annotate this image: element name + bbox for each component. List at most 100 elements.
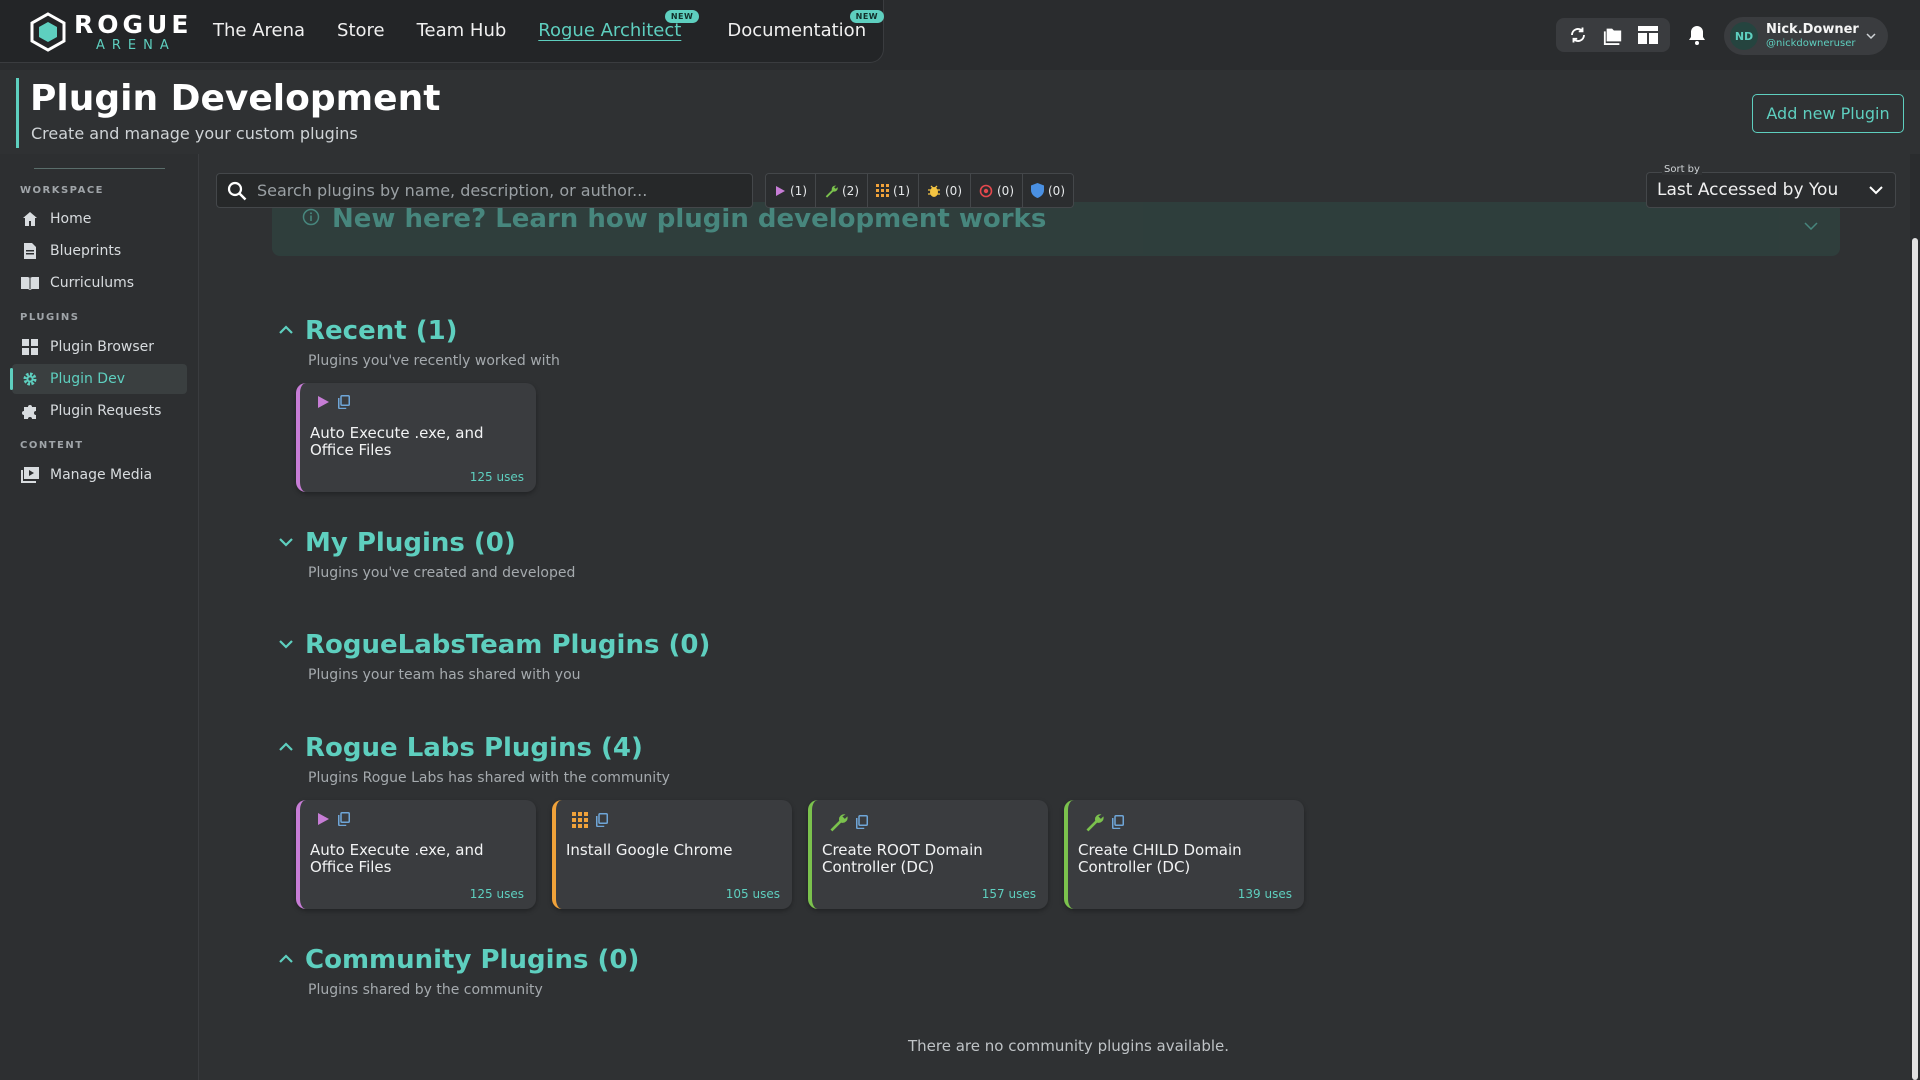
grid-icon xyxy=(22,339,38,355)
nav-label: Documentation xyxy=(727,20,867,41)
section-title: RogueLabsTeam Plugins (0) xyxy=(305,630,711,660)
document-icon xyxy=(24,243,36,259)
nav-documentation[interactable]: Documentation NEW xyxy=(727,10,885,41)
sidebar-item-plugin-dev[interactable]: Plugin Dev xyxy=(10,364,187,394)
sidebar-item-curriculums[interactable]: Curriculums xyxy=(12,268,187,298)
plugin-card-child-dc[interactable]: Create CHILD Domain Controller (DC) 139 … xyxy=(1064,800,1304,909)
nav-store[interactable]: Store xyxy=(337,20,385,41)
plugin-card-uses: 157 uses xyxy=(981,887,1036,901)
logo-sub-text: ARENA xyxy=(96,38,176,53)
target-icon xyxy=(979,184,993,197)
copy-icon[interactable] xyxy=(338,812,350,826)
grid-icon xyxy=(876,184,889,197)
copy-icon[interactable] xyxy=(1112,815,1124,829)
search-input[interactable] xyxy=(257,181,752,200)
plugin-card-auto-execute[interactable]: Auto Execute .exe, and Office Files 125 … xyxy=(296,383,536,492)
copy-icon[interactable] xyxy=(596,813,608,827)
sidebar-item-blueprints[interactable]: Blueprints xyxy=(12,236,187,266)
media-icon xyxy=(21,467,39,483)
filter-shield[interactable]: (0) xyxy=(1023,174,1073,207)
plugin-toolbar: (1) (2) (1) (0) (0) (0) xyxy=(200,154,1910,226)
refresh-button[interactable] xyxy=(1563,20,1593,50)
user-menu[interactable]: ND Nick.Downer @nickdowneruser xyxy=(1724,17,1888,55)
section-description: Plugins you've recently worked with xyxy=(308,353,560,369)
filter-target[interactable]: (0) xyxy=(971,174,1023,207)
section-title: Rogue Labs Plugins (4) xyxy=(305,733,643,763)
sidebar-item-label: Plugin Browser xyxy=(50,339,155,355)
sidebar-item-home[interactable]: Home xyxy=(12,204,187,234)
section-title: Community Plugins (0) xyxy=(305,945,640,975)
plugin-card-title: Auto Execute .exe, and Office Files xyxy=(310,841,484,877)
nav-label: Team Hub xyxy=(416,20,507,41)
chevron-up-icon[interactable] xyxy=(276,320,296,340)
nav-rogue-architect[interactable]: Rogue Architect NEW xyxy=(538,10,700,41)
folder-icon xyxy=(1603,28,1622,45)
refresh-icon xyxy=(1570,27,1585,43)
plugin-card-install-chrome[interactable]: Install Google Chrome 105 uses xyxy=(552,800,792,909)
nav-label: Store xyxy=(337,20,385,41)
filter-grid[interactable]: (1) xyxy=(868,174,919,207)
search-box xyxy=(216,173,753,208)
community-empty-message: There are no community plugins available… xyxy=(908,1037,1230,1055)
chevron-up-icon[interactable] xyxy=(276,737,296,757)
page-title: Plugin Development xyxy=(30,78,441,119)
add-new-plugin-button[interactable]: Add new Plugin xyxy=(1752,94,1904,133)
section-title: My Plugins (0) xyxy=(305,528,516,558)
logo[interactable]: ROGUE ARENA xyxy=(30,12,192,52)
filter-count: (1) xyxy=(893,183,910,198)
sidebar-item-label: Curriculums xyxy=(50,275,135,291)
copy-icon[interactable] xyxy=(856,815,868,829)
scrollbar-thumb[interactable] xyxy=(1912,238,1918,1080)
search-icon xyxy=(227,181,247,200)
filter-play[interactable]: (1) xyxy=(766,174,816,207)
plugin-card-uses: 125 uses xyxy=(469,887,524,901)
sidebar-item-label: Blueprints xyxy=(50,243,122,259)
page-header: Plugin Development Create and manage you… xyxy=(0,70,1920,154)
quick-tools xyxy=(1556,18,1670,52)
folder-button[interactable] xyxy=(1598,20,1628,50)
chevron-down-icon xyxy=(1866,32,1876,39)
shield-icon xyxy=(1031,183,1044,198)
nav-the-arena[interactable]: The Arena xyxy=(213,20,305,41)
sidebar-item-label: Plugin Dev xyxy=(50,371,125,387)
chevron-up-icon[interactable] xyxy=(276,949,296,969)
sidebar-item-plugin-requests[interactable]: Plugin Requests xyxy=(12,396,187,426)
logo-hex-icon xyxy=(30,12,66,52)
sort-value: Last Accessed by You xyxy=(1657,180,1839,200)
filter-count: (0) xyxy=(945,183,962,198)
section-description: Plugins Rogue Labs has shared with the c… xyxy=(308,770,670,786)
chevron-down-icon[interactable] xyxy=(276,634,296,654)
bell-icon xyxy=(1689,26,1705,45)
filter-wrench[interactable]: (2) xyxy=(816,174,868,207)
sidebar-item-plugin-browser[interactable]: Plugin Browser xyxy=(12,332,187,362)
chevron-down-icon xyxy=(1869,185,1883,194)
sort-label: Sort by xyxy=(1662,164,1702,175)
wrench-icon xyxy=(825,185,838,198)
header-accent-bar xyxy=(16,78,19,148)
plugin-card-root-dc[interactable]: Create ROOT Domain Controller (DC) 157 u… xyxy=(808,800,1048,909)
notifications-button[interactable] xyxy=(1684,22,1710,48)
sort-select[interactable]: Last Accessed by You xyxy=(1646,172,1896,208)
filter-count: (0) xyxy=(1048,183,1065,198)
sidebar-section-workspace: WORKSPACE xyxy=(20,185,105,196)
play-icon xyxy=(776,185,785,196)
play-icon xyxy=(318,396,329,408)
avatar: ND xyxy=(1730,22,1758,50)
filter-bug[interactable]: (0) xyxy=(919,174,971,207)
main-content: New here? Learn how plugin development w… xyxy=(200,154,1920,1080)
new-badge: NEW xyxy=(664,10,700,23)
sidebar-item-label: Plugin Requests xyxy=(50,403,162,419)
plugin-card-auto-execute[interactable]: Auto Execute .exe, and Office Files 125 … xyxy=(296,800,536,909)
copy-icon[interactable] xyxy=(338,395,350,409)
nav-team-hub[interactable]: Team Hub xyxy=(417,20,507,41)
layout-button[interactable] xyxy=(1633,20,1663,50)
sidebar-item-label: Home xyxy=(50,211,92,227)
nav-label: Rogue Architect xyxy=(538,20,682,41)
chevron-down-icon[interactable] xyxy=(276,532,296,552)
sidebar-item-manage-media[interactable]: Manage Media xyxy=(12,460,187,490)
sidebar-section-content: CONTENT xyxy=(20,440,84,451)
filter-count: (0) xyxy=(997,183,1014,198)
main-nav: The Arena Store Team Hub Rogue Architect… xyxy=(213,10,898,41)
nav-panel: ROGUE ARENA The Arena Store Team Hub Rog… xyxy=(0,0,885,63)
page-subtitle: Create and manage your custom plugins xyxy=(31,124,358,143)
